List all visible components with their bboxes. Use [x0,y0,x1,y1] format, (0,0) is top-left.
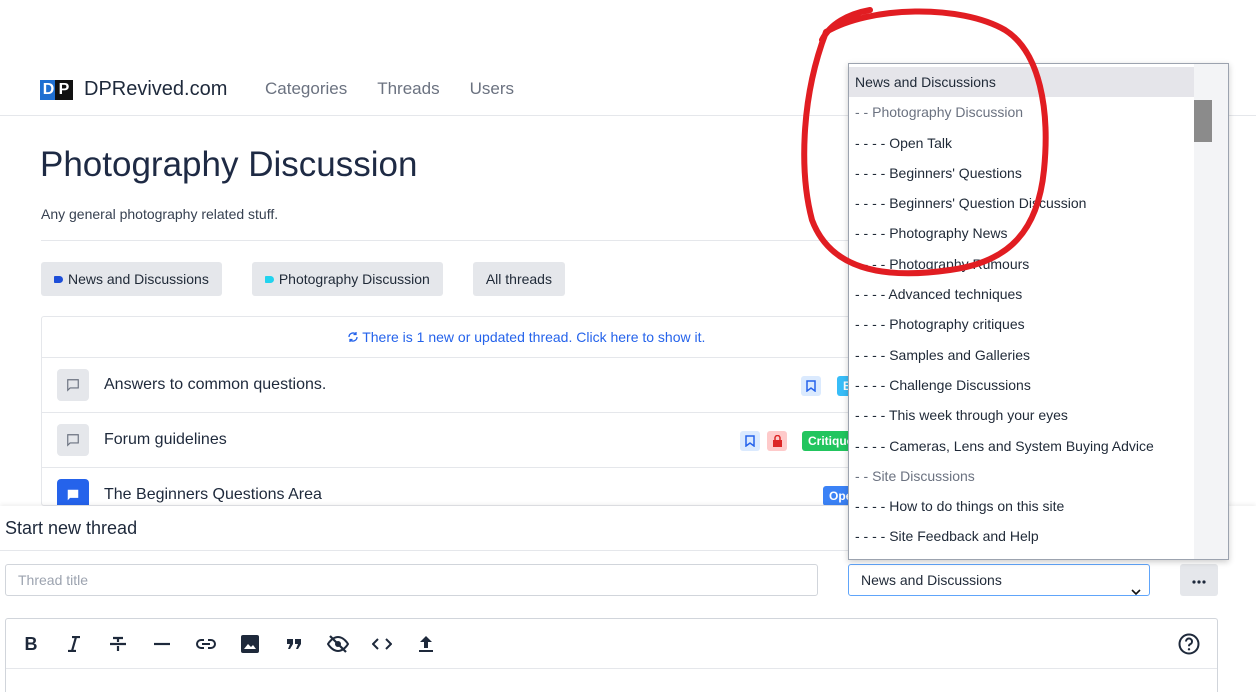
chat-icon [57,369,89,401]
category-select[interactable]: News and Discussions [848,564,1150,596]
logo-mark: D P [40,79,73,100]
pill-photography-discussion[interactable]: Photography Discussion [251,262,443,296]
page-description: Any general photography related stuff. [41,206,279,222]
dropdown-option[interactable]: News and Discussions [849,67,1195,98]
thread-title[interactable]: Forum guidelines [104,431,227,449]
link-icon[interactable] [194,632,218,656]
thread-list: There is 1 new or updated thread. Click … [41,316,861,506]
dropdown-options: News and Discussions - - Photography Disc… [849,67,1195,552]
dropdown-option[interactable]: - - - - Cameras, Lens and System Buying … [849,431,1195,461]
composer-title: Start new thread [5,518,138,538]
pill-all-threads[interactable]: All threads [472,262,565,296]
more-options-button[interactable] [1180,564,1218,596]
dropdown-option[interactable]: - - Site Discussions [849,461,1195,491]
page: D P DPRevived.com Categories Threads Use… [0,0,1256,692]
table-row[interactable]: Answers to common questions. B [42,358,860,413]
toolbar-row: B [6,619,1217,669]
divider [41,240,861,241]
breadcrumb-pills: News and Discussions Photography Discuss… [41,262,565,296]
ellipsis-icon [1192,571,1206,589]
quote-icon[interactable] [282,632,306,656]
dropdown-option[interactable]: - - - - Challenge Discussions [849,370,1195,400]
nav-users[interactable]: Users [470,79,514,99]
pill-news-and-discussions[interactable]: News and Discussions [41,262,222,296]
table-row[interactable]: Forum guidelines Critique [42,413,860,468]
horizontal-rule-icon[interactable] [150,632,174,656]
bold-icon[interactable]: B [19,632,43,656]
editor-toolbar: B [5,618,1218,692]
upload-icon[interactable] [414,632,438,656]
dropdown-option[interactable]: - - - - Beginners' Question Discussion [849,188,1195,218]
help-icon[interactable] [1177,632,1201,656]
refresh-icon [347,329,363,345]
thread-title[interactable]: Answers to common questions. [104,376,326,394]
page-title: Photography Discussion [40,145,418,184]
strikethrough-icon[interactable] [106,632,130,656]
dropdown-option[interactable]: - - - - Photography Rumours [849,249,1195,279]
nav-categories[interactable]: Categories [265,79,347,99]
dropdown-option[interactable]: - - - - How to do things on this site [849,491,1195,521]
code-icon[interactable] [370,632,394,656]
thread-title[interactable]: The Beginners Questions Area [104,486,322,504]
dropdown-scrollbar[interactable] [1194,64,1228,559]
dropdown-option[interactable]: - - - - Beginners' Questions [849,158,1195,188]
dropdown-option[interactable]: - - - - Open Talk [849,128,1195,158]
new-thread-notice[interactable]: There is 1 new or updated thread. Click … [42,317,860,358]
scrollbar-thumb[interactable] [1194,100,1212,142]
logo-text: DPRevived.com [84,78,228,100]
dropdown-option[interactable]: - - - - Site Feedback and Help [849,521,1195,551]
category-dropdown-list: News and Discussions - - Photography Disc… [848,63,1229,560]
table-row[interactable]: The Beginners Questions Area Ope [42,468,860,505]
main-nav: Categories Threads Users [265,79,514,99]
dropdown-option[interactable]: - - - - This week through your eyes [849,400,1195,430]
tag-icon [264,275,274,283]
dropdown-option[interactable]: - - Photography Discussion [849,97,1195,127]
nav-threads[interactable]: Threads [377,79,439,99]
spoiler-icon[interactable] [326,632,350,656]
chat-icon [57,479,89,505]
bookmark-icon[interactable] [740,431,760,451]
chevron-down-icon [1131,576,1141,606]
dropdown-option[interactable]: - - - - Samples and Galleries [849,340,1195,370]
italic-icon[interactable] [62,632,86,656]
lock-icon [767,431,787,451]
dropdown-option[interactable]: - - - - Photography News [849,218,1195,248]
image-icon[interactable] [238,632,262,656]
site-logo[interactable]: D P DPRevived.com [40,78,227,101]
dropdown-option[interactable]: - - - - Advanced techniques [849,279,1195,309]
dropdown-option[interactable]: - - - - Photography critiques [849,309,1195,339]
chat-icon [57,424,89,456]
tag-icon [54,275,63,283]
thread-title-input[interactable] [5,564,818,596]
bookmark-icon[interactable] [801,376,821,396]
